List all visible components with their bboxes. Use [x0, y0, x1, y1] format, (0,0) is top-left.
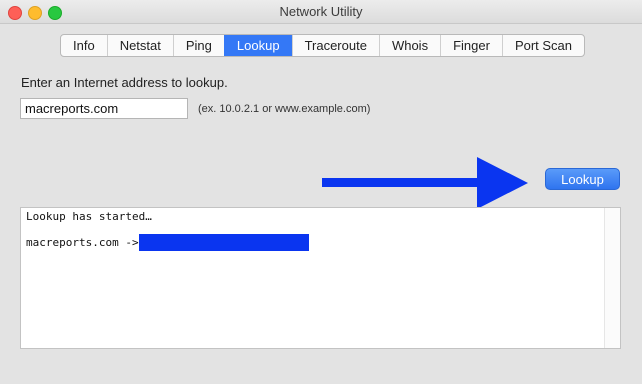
tab-port-scan[interactable]: Port Scan [501, 35, 584, 56]
redaction-box [139, 234, 309, 251]
tab-finger[interactable]: Finger [440, 35, 502, 56]
address-hint: (ex. 10.0.2.1 or www.example.com) [198, 103, 371, 115]
address-input[interactable] [20, 98, 188, 119]
output-panel[interactable]: Lookup has started… macreports.com -> [20, 207, 621, 349]
output-scrollbar[interactable] [604, 208, 620, 348]
lookup-prompt: Enter an Internet address to lookup. [21, 75, 228, 90]
tab-info[interactable]: Info [61, 35, 107, 56]
tab-traceroute[interactable]: Traceroute [291, 35, 379, 56]
tab-bar: Info Netstat Ping Lookup Traceroute Whoi… [60, 34, 586, 57]
annotation-arrow [322, 157, 528, 209]
lookup-button[interactable]: Lookup [545, 168, 620, 190]
output-line-result: macreports.com -> [26, 236, 139, 249]
title-bar: Network Utility [0, 0, 642, 24]
tab-lookup[interactable]: Lookup [223, 35, 292, 56]
window-title: Network Utility [279, 4, 363, 19]
tab-ping[interactable]: Ping [172, 35, 224, 56]
tab-netstat[interactable]: Netstat [106, 35, 173, 56]
tab-whois[interactable]: Whois [378, 35, 440, 56]
output-line-status: Lookup has started… [26, 210, 152, 223]
